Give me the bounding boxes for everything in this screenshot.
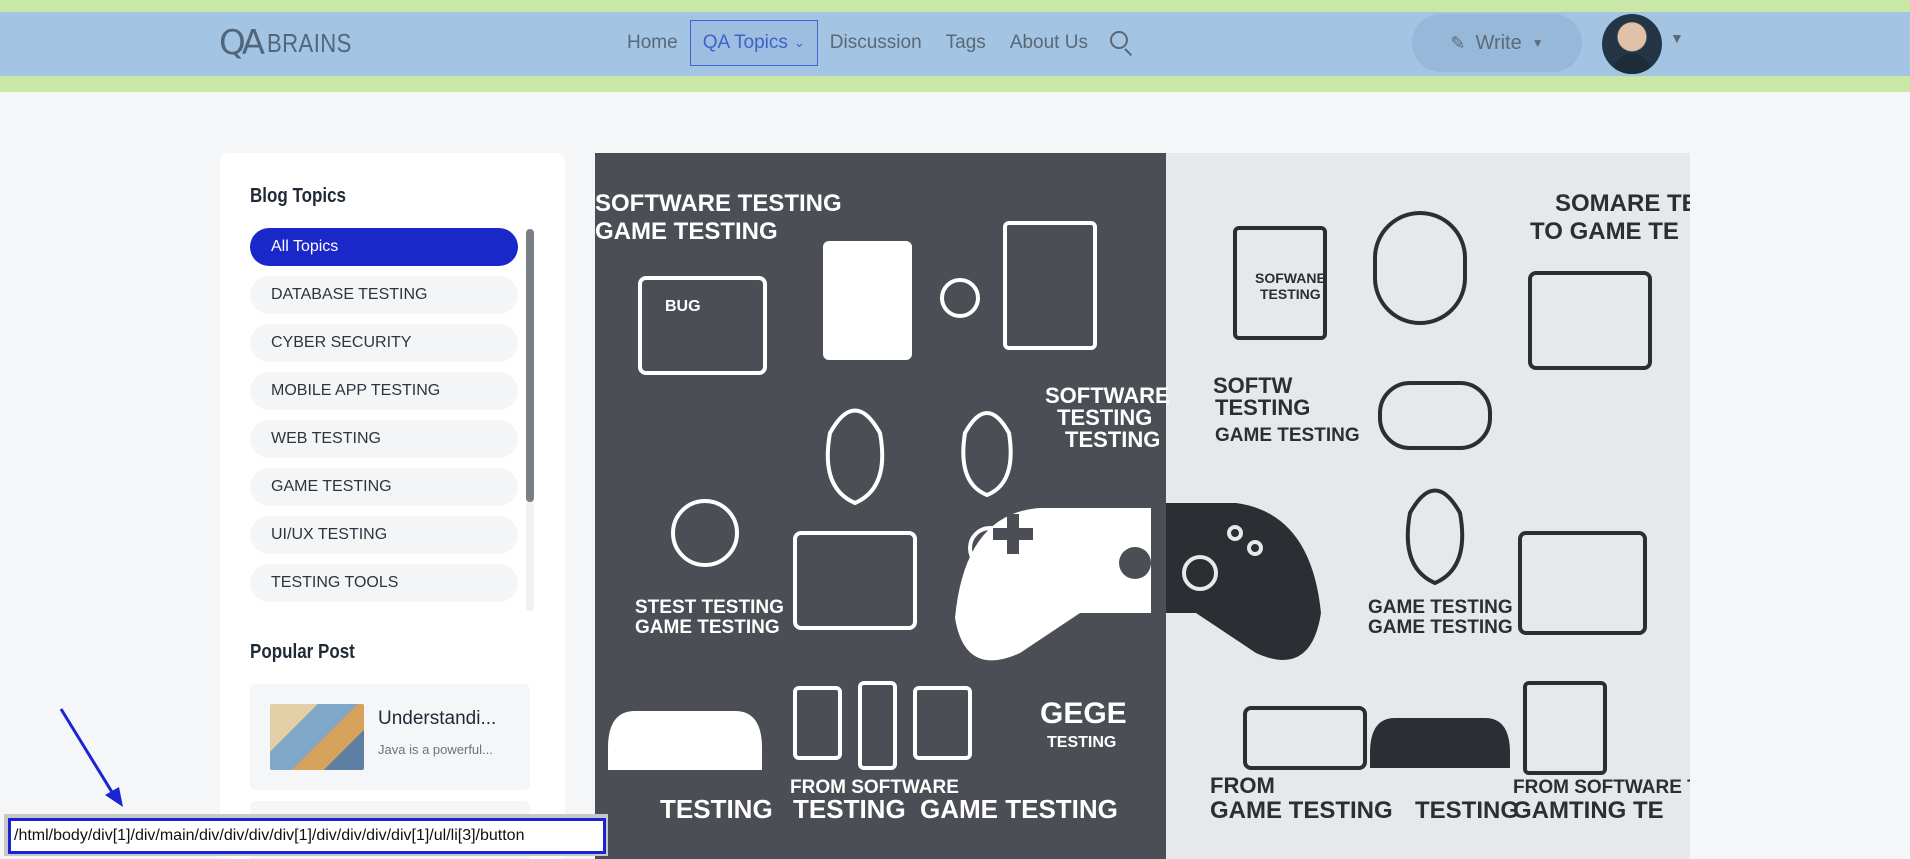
post-excerpt: Java is a powerful... xyxy=(378,742,493,757)
post-thumbnail xyxy=(270,704,364,770)
topic-cyber-security[interactable]: CYBER SECURITY xyxy=(250,324,518,362)
hero-text: FROM xyxy=(1210,773,1275,798)
hero-text: TESTING xyxy=(660,794,773,824)
hero-text: TO GAME TE xyxy=(1530,218,1679,245)
hero-text: TESTING xyxy=(1215,395,1310,420)
blog-topics-title: Blog Topics xyxy=(250,185,347,207)
topic-web-testing[interactable]: WEB TESTING xyxy=(250,420,518,458)
hero-text: GAME TESTING xyxy=(595,218,778,245)
topic-database-testing[interactable]: DATABASE TESTING xyxy=(250,276,518,314)
hero-text: GAME TESTING xyxy=(1215,425,1360,446)
logo-mark: QA xyxy=(219,23,265,63)
hero-text: TESTING xyxy=(793,794,906,824)
hero-image: SOFTWARE TESTING GAME TESTING BUG SOFTWARE T… xyxy=(595,153,1690,859)
nav-label: Discussion xyxy=(829,32,922,53)
nav-label: Home xyxy=(627,32,678,53)
scrollbar-thumb[interactable] xyxy=(526,229,534,502)
arrow-annotation xyxy=(59,708,123,807)
hero-text: TESTING xyxy=(1047,734,1116,751)
hero-text: SOFTWARE TESTING xyxy=(595,190,842,217)
hero-text: STEST TESTING xyxy=(635,597,784,618)
main-nav: Home QA Topics ⌄ Discussion Tags About Us xyxy=(615,19,1136,67)
bottom-accent-band xyxy=(0,76,1910,92)
topic-mobile-app-testing[interactable]: MOBILE APP TESTING xyxy=(250,372,518,410)
avatar[interactable] xyxy=(1602,14,1662,74)
search-icon[interactable] xyxy=(1106,28,1136,58)
top-accent-band xyxy=(0,0,1910,12)
pencil-icon: ✎ xyxy=(1450,32,1466,53)
popular-post-title: Popular Post xyxy=(250,641,355,663)
hero-text: GAME TESTING xyxy=(920,794,1118,824)
write-button[interactable]: ✎ Write ▼ xyxy=(1412,14,1582,72)
topics-scrollbar[interactable] xyxy=(526,229,534,611)
popular-post-card[interactable]: Understandi... Java is a powerful... xyxy=(250,684,530,790)
hero-text: FROM SOFTWARE T xyxy=(1513,777,1690,798)
hero-text: TESTING xyxy=(1260,286,1321,302)
nav-discussion[interactable]: Discussion xyxy=(818,20,934,66)
hero-text: GAME TESTING xyxy=(635,617,780,638)
hero-text: GAME TESTING xyxy=(1210,797,1393,824)
hero-illustration: SOFTWARE TESTINGGAME TESTINGBUGSOFTWARET… xyxy=(595,190,1690,824)
nav-label: About Us xyxy=(1009,32,1088,53)
topic-testing-tools[interactable]: TESTING TOOLS xyxy=(250,564,518,602)
hero-text: TESTING xyxy=(1415,797,1519,824)
hero-text: GAME TESTING xyxy=(1368,617,1513,638)
hero-text: SOFWANE xyxy=(1255,270,1326,286)
chevron-down-icon: ⌄ xyxy=(793,35,805,50)
write-label: Write xyxy=(1475,31,1522,54)
hero-text: GAMTING TE xyxy=(1513,797,1664,824)
site-logo[interactable]: QA BRAINS xyxy=(219,23,367,63)
hero-text: TEST xyxy=(840,302,876,318)
hero-text: GAME TESTING xyxy=(1368,597,1513,618)
hero-text: SOMARE TE xyxy=(1555,190,1690,217)
logo-text: BRAINS xyxy=(267,27,352,58)
hero-text: BUG xyxy=(665,298,701,315)
caret-down-icon: ▼ xyxy=(1531,36,1544,50)
topic-ui-ux-testing[interactable]: UI/UX TESTING xyxy=(250,516,518,554)
nav-tags[interactable]: Tags xyxy=(934,20,998,66)
hero-text: GEGE xyxy=(1040,697,1127,730)
topic-game-testing[interactable]: GAME TESTING xyxy=(250,468,518,506)
topic-list: All Topics DATABASE TESTING CYBER SECURI… xyxy=(250,228,518,612)
sidebar: Blog Topics All Topics DATABASE TESTING … xyxy=(220,153,565,859)
nav-label: Tags xyxy=(945,32,986,53)
caret-down-icon[interactable]: ▼ xyxy=(1670,30,1684,46)
post-title: Understandi... xyxy=(378,708,497,729)
hero-text: TESTING xyxy=(1065,427,1160,452)
nav-qa-topics[interactable]: QA Topics ⌄ xyxy=(689,20,818,66)
nav-label: QA Topics xyxy=(702,32,788,53)
xpath-label: /html/body/div[1]/div/main/div/div/div/d… xyxy=(8,818,606,854)
topic-all-topics[interactable]: All Topics xyxy=(250,228,518,266)
nav-home[interactable]: Home xyxy=(615,20,690,66)
nav-about-us[interactable]: About Us xyxy=(998,20,1100,66)
